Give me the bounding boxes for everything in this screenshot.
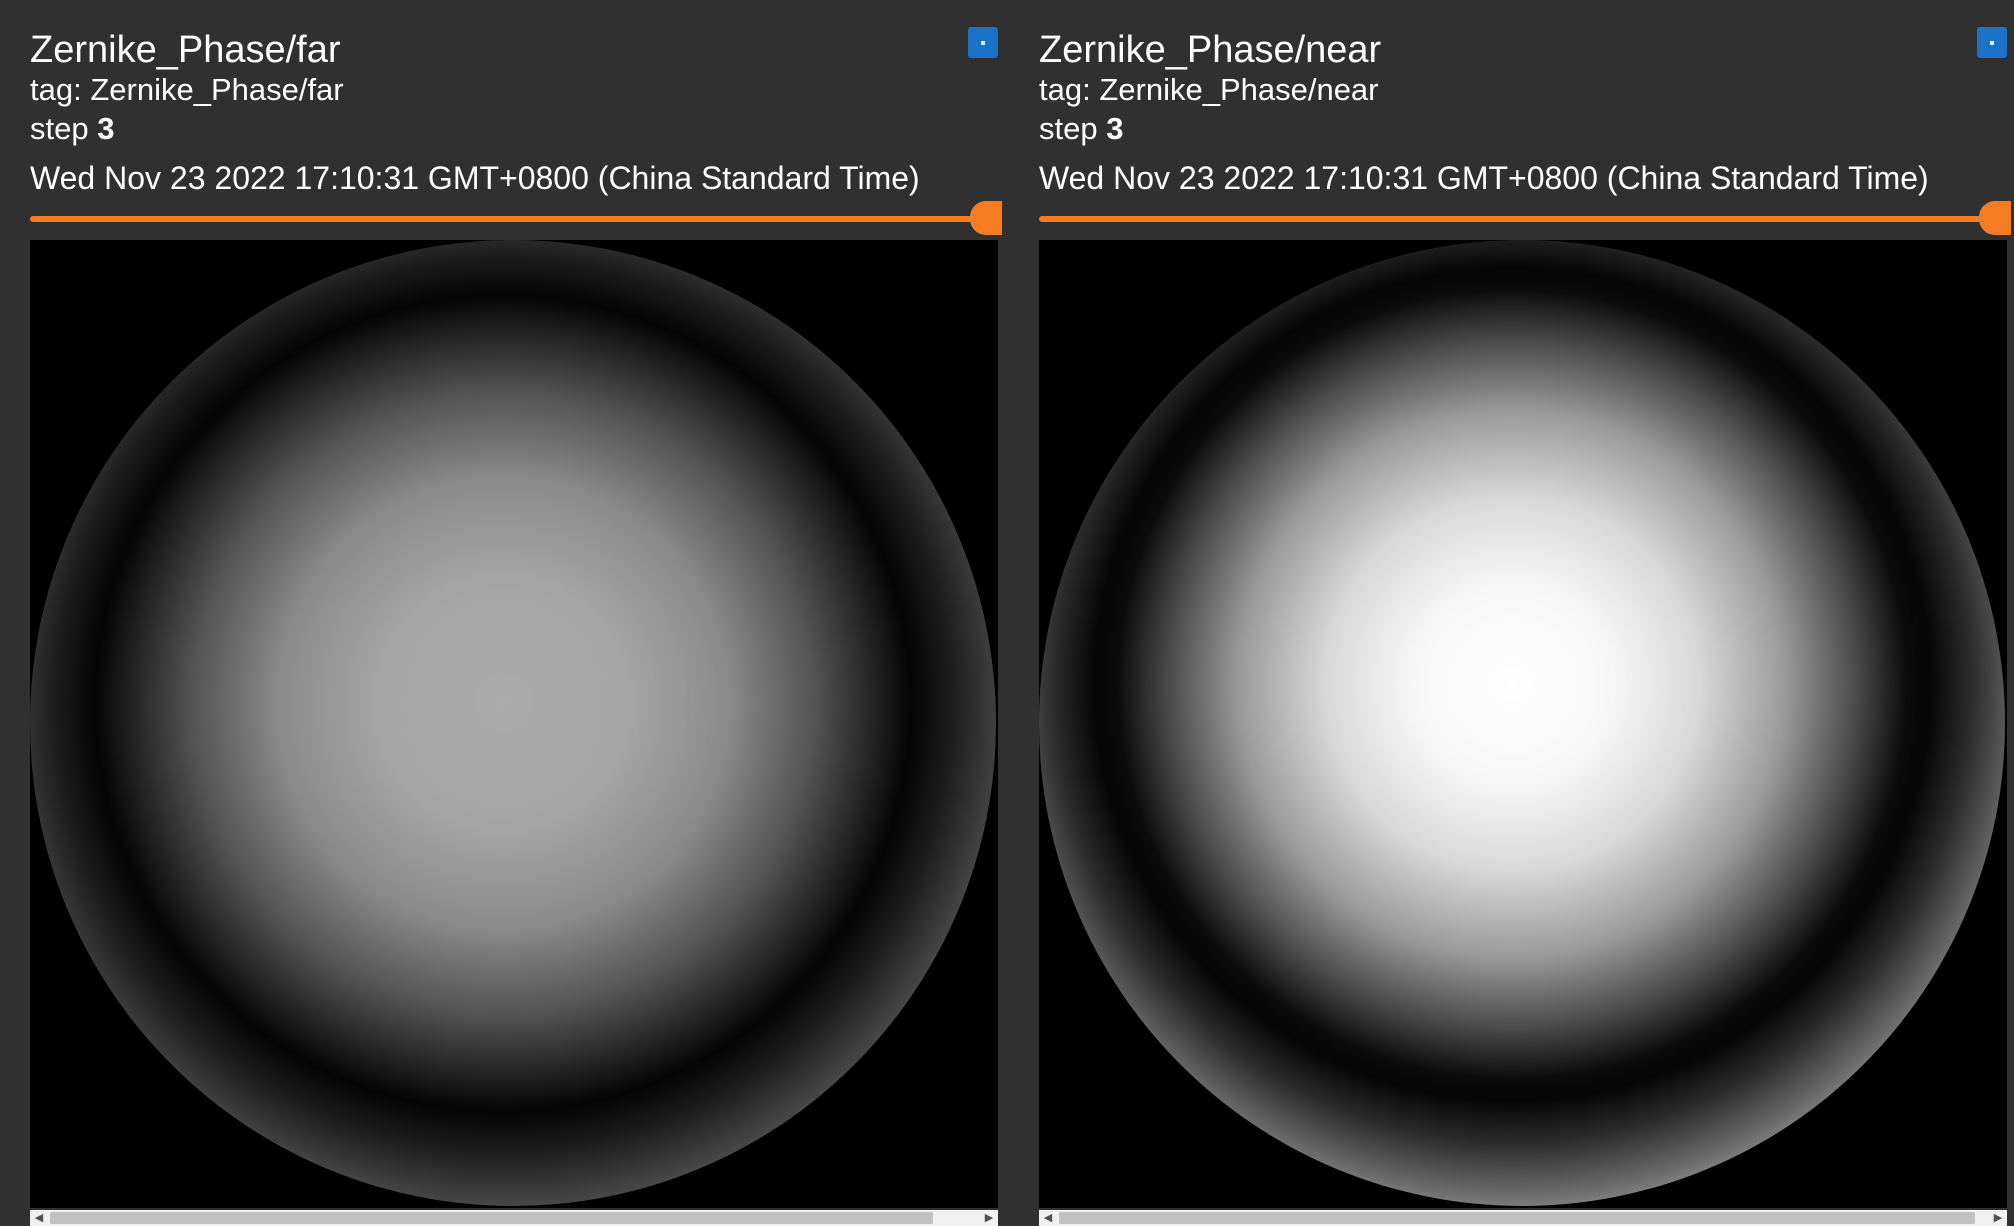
image-view bbox=[30, 240, 998, 1208]
card-title: Zernike_Phase/far bbox=[30, 29, 341, 71]
zernike-phase-image bbox=[1039, 240, 2005, 1206]
step-value: 3 bbox=[97, 111, 115, 146]
chevron-right-icon[interactable]: ▶ bbox=[1989, 1210, 2007, 1226]
card-step: step 3 bbox=[1039, 111, 1123, 147]
card-step: step 3 bbox=[30, 111, 114, 147]
image-view bbox=[1039, 240, 2007, 1208]
horizontal-scrollbar[interactable]: ◀ ▶ bbox=[1039, 1210, 2007, 1226]
card-timestamp: Wed Nov 23 2022 17:10:31 GMT+0800 (China… bbox=[1039, 160, 1929, 196]
chevron-left-icon[interactable]: ◀ bbox=[1039, 1210, 1057, 1226]
chevron-left-icon[interactable]: ◀ bbox=[30, 1210, 48, 1226]
zernike-phase-image bbox=[30, 240, 996, 1206]
step-label: step bbox=[30, 111, 98, 146]
step-slider-thumb[interactable] bbox=[970, 201, 1002, 235]
step-slider[interactable] bbox=[1039, 216, 2007, 222]
horizontal-scrollbar[interactable]: ◀ ▶ bbox=[30, 1210, 998, 1226]
step-label: step bbox=[1039, 111, 1107, 146]
step-slider-thumb[interactable] bbox=[1979, 201, 2011, 235]
tag-label: tag: bbox=[1039, 72, 1100, 107]
image-card-near: Zernike_Phase/near tag: Zernike_Phase/ne… bbox=[1039, 0, 2011, 1226]
card-tag: tag: Zernike_Phase/far bbox=[30, 72, 344, 108]
card-tag: tag: Zernike_Phase/near bbox=[1039, 72, 1379, 108]
image-card-far: Zernike_Phase/far tag: Zernike_Phase/far… bbox=[30, 0, 1002, 1226]
step-slider[interactable] bbox=[30, 216, 998, 222]
card-timestamp: Wed Nov 23 2022 17:10:31 GMT+0800 (China… bbox=[30, 160, 920, 196]
card-title: Zernike_Phase/near bbox=[1039, 29, 1382, 71]
expand-icon[interactable] bbox=[968, 27, 998, 58]
tag-value: Zernike_Phase/far bbox=[90, 72, 344, 107]
scrollbar-thumb[interactable] bbox=[1059, 1212, 1975, 1224]
chevron-right-icon[interactable]: ▶ bbox=[980, 1210, 998, 1226]
step-value: 3 bbox=[1106, 111, 1124, 146]
expand-icon[interactable] bbox=[1977, 27, 2007, 58]
tag-value: Zernike_Phase/near bbox=[1099, 72, 1379, 107]
scrollbar-thumb[interactable] bbox=[50, 1212, 933, 1224]
tag-label: tag: bbox=[30, 72, 91, 107]
